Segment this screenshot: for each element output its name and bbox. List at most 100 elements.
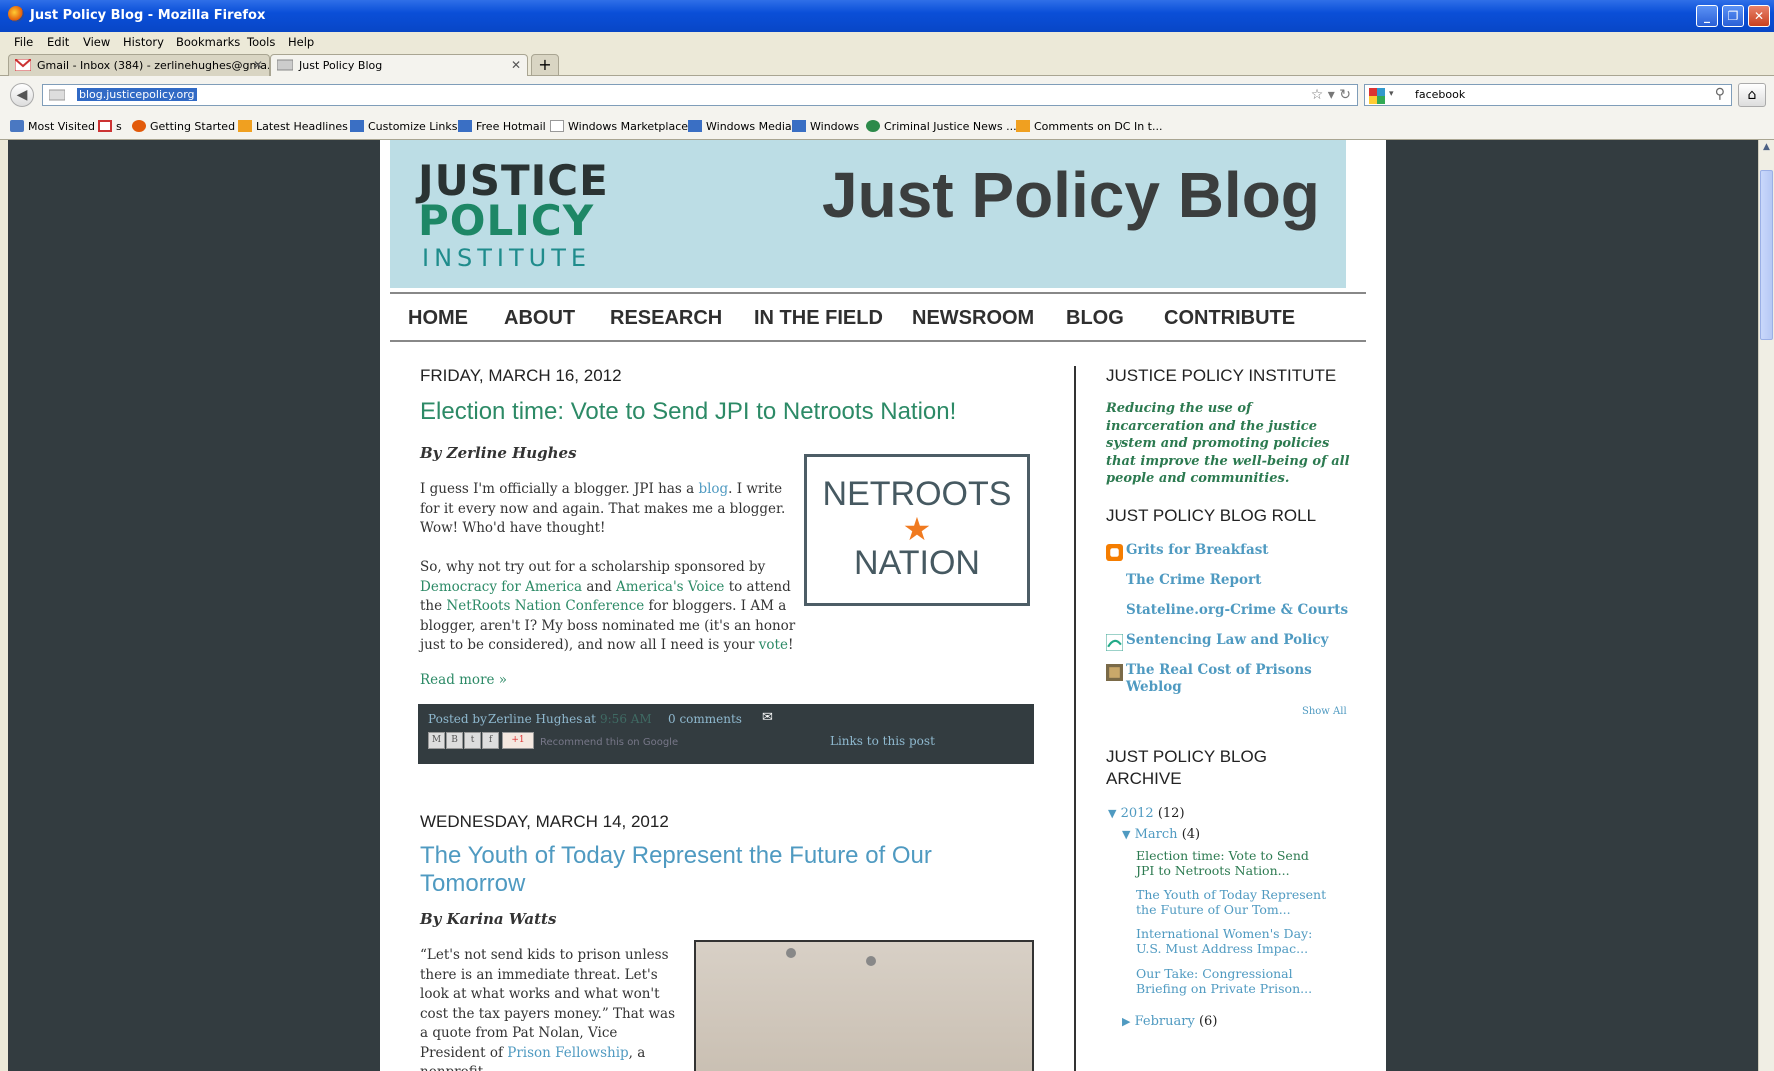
bookmark-windows-marketplace[interactable]: Windows Marketplace <box>550 120 688 133</box>
blogroll-item[interactable]: Grits for Breakfast <box>1126 542 1269 558</box>
sidebar-archive-heading: JUST POLICY BLOG ARCHIVE <box>1106 747 1267 788</box>
archive-post-link[interactable]: Our Take: Congressional Briefing on Priv… <box>1120 966 1330 996</box>
post-title[interactable]: Election time: Vote to Send JPI to Netro… <box>420 398 956 426</box>
bookmark-customize-links[interactable]: Customize Links <box>350 120 458 133</box>
show-all-link[interactable]: Show All <box>1302 706 1347 717</box>
email-post-icon[interactable]: ✉ <box>762 710 773 725</box>
search-input[interactable]: facebook <box>1415 88 1465 101</box>
prison-fellowship-link[interactable]: Prison Fellowship <box>507 1045 628 1061</box>
nav-research[interactable]: RESEARCH <box>610 307 722 330</box>
restore-button[interactable]: ❐ <box>1722 5 1744 27</box>
search-bar[interactable]: ▾ facebook ⚲ <box>1364 84 1732 106</box>
sidebar-jpi-heading: JUSTICE POLICY INSTITUTE <box>1106 366 1337 385</box>
americas-voice-link[interactable]: America's Voice <box>616 579 724 595</box>
archive-year[interactable]: ▼ 2012 (12) <box>1108 806 1185 821</box>
facebook-share-icon[interactable]: f <box>482 732 499 749</box>
twitter-share-icon[interactable]: t <box>464 732 481 749</box>
vertical-scrollbar[interactable]: ▲ <box>1758 140 1774 1071</box>
menu-help[interactable]: Help <box>288 35 314 49</box>
tab-just-policy-blog[interactable]: Just Policy Blog ✕ <box>270 54 528 76</box>
search-icon[interactable]: ⚲ <box>1715 86 1725 102</box>
post-date: WEDNESDAY, MARCH 14, 2012 <box>420 812 669 831</box>
expand-toggle-icon[interactable]: ▼ <box>1122 828 1130 841</box>
nav-about[interactable]: ABOUT <box>504 307 575 330</box>
nav-newsroom[interactable]: NEWSROOM <box>912 307 1034 330</box>
post-byline: By Zerline Hughes <box>420 444 577 462</box>
close-button[interactable]: ✕ <box>1748 5 1770 27</box>
url-bar[interactable]: blog.justicepolicy.org ☆ ▾ ↻ <box>42 84 1358 106</box>
bookmark-criminal-justice-news[interactable]: Criminal Justice News ... <box>866 120 1017 133</box>
menu-bookmarks[interactable]: Bookmarks <box>176 35 240 49</box>
back-button[interactable]: ◀ <box>10 83 34 107</box>
ceiling-light-icon <box>786 948 796 958</box>
sidebar-jpi-mission: Reducing the use of incarceration and th… <box>1106 401 1350 486</box>
comments-link[interactable]: 0 comments <box>668 712 742 726</box>
close-tab-icon[interactable]: ✕ <box>511 58 521 72</box>
url-text[interactable]: blog.justicepolicy.org <box>77 88 197 101</box>
globe-icon <box>866 120 880 132</box>
gmail-icon <box>15 59 31 71</box>
author-link[interactable]: Zerline Hughes <box>488 712 582 726</box>
bookmark-windows[interactable]: Windows <box>792 120 859 133</box>
blog-header-banner[interactable]: JUSTICE POLICY INSTITUTE Just Policy Blo… <box>390 140 1346 288</box>
archive-month[interactable]: ▶ February (6) <box>1122 1014 1217 1029</box>
bookmark-star-icon[interactable]: ☆ ▾ ↻ <box>1311 87 1351 103</box>
tab-gmail[interactable]: Gmail - Inbox (384) - zerlinehughes@gma.… <box>8 54 270 76</box>
archive-post-link[interactable]: The Youth of Today Represent the Future … <box>1120 887 1330 917</box>
new-tab-button[interactable]: + <box>531 54 559 76</box>
menu-view[interactable]: View <box>83 35 110 49</box>
nav-contribute[interactable]: CONTRIBUTE <box>1164 307 1295 330</box>
blogroll-item[interactable]: Stateline.org-Crime & Courts <box>1126 602 1348 618</box>
blog-link[interactable]: blog <box>698 481 728 497</box>
scroll-up-arrow-icon[interactable]: ▲ <box>1760 142 1773 156</box>
bookmark-gmail[interactable]: s <box>98 120 122 133</box>
bookmark-most-visited[interactable]: Most Visited <box>10 120 95 133</box>
menu-tools[interactable]: Tools <box>247 35 275 49</box>
scrollbar-thumb[interactable] <box>1760 170 1773 340</box>
nav-blog[interactable]: BLOG <box>1066 307 1124 330</box>
archive-post-link[interactable]: International Women's Day: U.S. Must Add… <box>1120 926 1330 956</box>
bookmark-free-hotmail[interactable]: Free Hotmail <box>458 120 546 133</box>
nav-in-the-field[interactable]: IN THE FIELD <box>754 307 883 330</box>
netroots-conference-link[interactable]: NetRoots Nation Conference <box>446 598 644 614</box>
blogroll-item[interactable]: Sentencing Law and Policy <box>1126 632 1328 648</box>
archive-month[interactable]: ▼ March (4) <box>1122 827 1200 842</box>
menu-edit[interactable]: Edit <box>47 35 69 49</box>
netroots-nation-image[interactable]: NETROOTS ★ NATION <box>804 454 1030 606</box>
google-plus-one-button[interactable]: +1 <box>502 732 534 749</box>
post-title[interactable]: The Youth of Today Represent the Future … <box>420 842 932 898</box>
collapse-toggle-icon[interactable]: ▶ <box>1122 1015 1130 1028</box>
post-photo[interactable] <box>694 940 1034 1071</box>
tab-label: Just Policy Blog <box>299 59 383 72</box>
links-to-post-link[interactable]: Links to this post <box>830 734 935 748</box>
blog-title[interactable]: Just Policy Blog <box>822 158 1320 232</box>
bookmark-windows-media[interactable]: Windows Media <box>688 120 792 133</box>
bookmark-getting-started[interactable]: Getting Started <box>132 120 235 133</box>
archive-post-link[interactable]: Election time: Vote to Send JPI to Netro… <box>1120 848 1330 878</box>
read-more-link[interactable]: Read more » <box>420 671 507 691</box>
blogroll-item[interactable]: The Real Cost of Prisons Weblog <box>1126 662 1326 696</box>
logo-line-3: INSTITUTE <box>422 244 592 272</box>
home-button[interactable]: ⌂ <box>1738 83 1766 107</box>
blogthis-share-icon[interactable]: B <box>446 732 463 749</box>
firefox-icon <box>132 120 146 132</box>
menu-file[interactable]: File <box>14 35 33 49</box>
recommend-text: Recommend this on Google <box>540 737 679 748</box>
blog-page: JUSTICE POLICY INSTITUTE Just Policy Blo… <box>380 140 1386 1071</box>
expand-toggle-icon[interactable]: ▼ <box>1108 807 1116 820</box>
at-label: at <box>584 712 596 726</box>
post-time-link[interactable]: 9:56 AM <box>600 712 652 726</box>
minimize-button[interactable]: _ <box>1696 5 1718 27</box>
blogroll-item[interactable]: The Crime Report <box>1126 572 1261 588</box>
rss-icon <box>238 120 252 132</box>
democracy-for-america-link[interactable]: Democracy for America <box>420 579 582 595</box>
google-icon[interactable] <box>1369 88 1385 104</box>
bookmark-latest-headlines[interactable]: Latest Headlines <box>238 120 348 133</box>
engine-dropdown-icon[interactable]: ▾ <box>1389 89 1394 99</box>
email-share-icon[interactable]: M <box>428 732 445 749</box>
vote-link[interactable]: vote <box>759 637 788 653</box>
nav-home[interactable]: HOME <box>408 307 468 330</box>
bookmark-comments-dc[interactable]: Comments on DC In t... <box>1016 120 1162 133</box>
close-tab-icon[interactable]: ✕ <box>253 58 263 72</box>
menu-history[interactable]: History <box>123 35 164 49</box>
